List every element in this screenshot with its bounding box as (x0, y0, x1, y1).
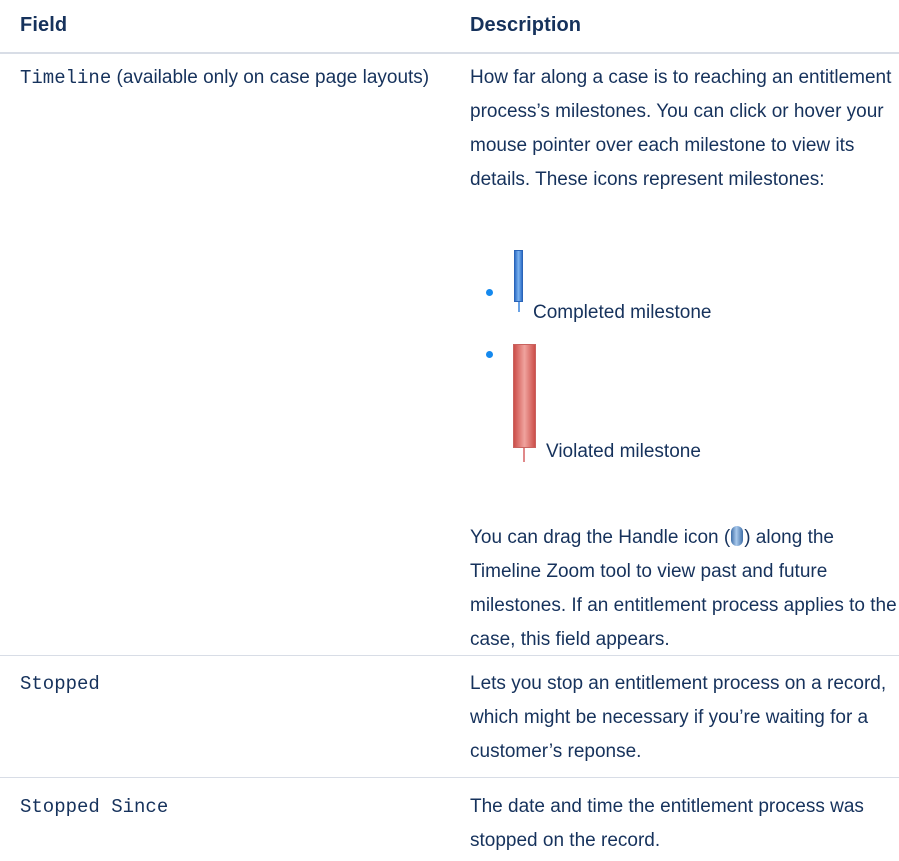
description-text: Lets you stop an entitlement process on … (470, 673, 887, 762)
milestone-label: Violated milestone (546, 441, 701, 462)
handle-text-before: You can drag the Handle icon ( (470, 527, 731, 548)
completed-milestone-stem (518, 302, 520, 312)
header-description: Description (470, 14, 582, 36)
handle-icon (731, 526, 744, 546)
table-row-stopped: Stopped Lets you stop an entitlement pro… (0, 655, 899, 778)
field-note: (available only on case page layouts) (111, 67, 430, 88)
field-cell-timeline: Timeline (available only on case page la… (20, 61, 440, 95)
field-code: Timeline (20, 67, 112, 89)
violated-milestone-icon (513, 344, 536, 448)
milestone-label: Completed milestone (533, 302, 712, 323)
description-text: The date and time the entitlement proces… (470, 796, 864, 851)
description-cell-stopped: Lets you stop an entitlement process on … (470, 667, 899, 769)
completed-milestone-icon (514, 250, 523, 302)
violated-milestone-stem (523, 448, 525, 462)
field-code: Stopped (20, 673, 100, 695)
field-code: Stopped Since (20, 796, 169, 818)
table-row-timeline: Timeline (available only on case page la… (0, 52, 899, 656)
bullet-icon (486, 351, 493, 358)
description-cell-stopped-since: The date and time the entitlement proces… (470, 790, 899, 858)
description-cell-timeline: How far along a case is to reaching an e… (470, 61, 899, 197)
description-intro: How far along a case is to reaching an e… (470, 67, 892, 190)
handle-paragraph-text: You can drag the Handle icon () along th… (470, 521, 899, 657)
table-row-stopped-since: Stopped Since The date and time the enti… (0, 778, 899, 861)
description-handle-paragraph: You can drag the Handle icon () along th… (470, 521, 899, 657)
header-field: Field (20, 14, 68, 36)
table-header: Field Description (0, 0, 899, 54)
bullet-icon (486, 289, 493, 296)
